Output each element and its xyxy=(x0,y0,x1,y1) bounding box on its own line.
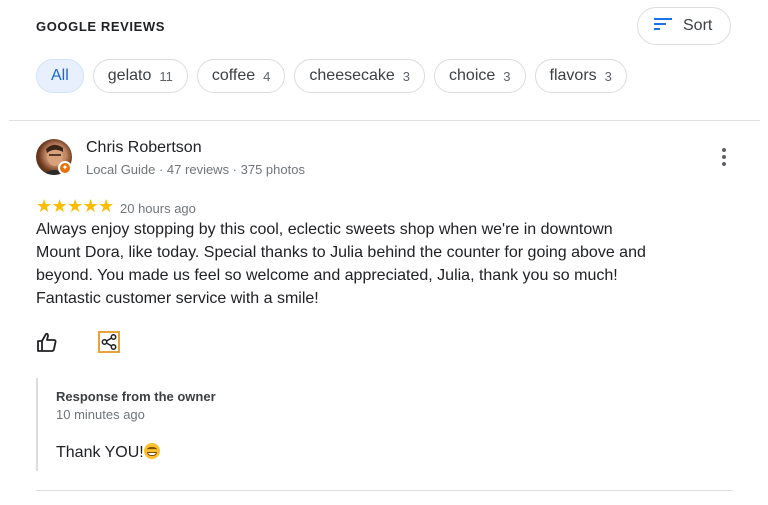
chip-label: choice xyxy=(449,67,496,84)
owner-response-time: 10 minutes ago xyxy=(56,407,145,422)
chip-label: gelato xyxy=(107,67,152,84)
owner-response-bar xyxy=(36,378,38,471)
divider xyxy=(36,490,733,491)
review-line: beyond. You made us feel so welcome and … xyxy=(36,267,618,284)
review-line: Mount Dora, like today. Special thanks t… xyxy=(36,244,646,261)
sort-icon xyxy=(654,17,672,36)
star-icon: ★ xyxy=(36,196,53,216)
chip-coffee[interactable]: coffee 4 xyxy=(196,59,286,93)
chip-choice[interactable]: choice 3 xyxy=(434,59,526,93)
chip-cheesecake[interactable]: cheesecake 3 xyxy=(294,59,426,93)
review-line: Always enjoy stopping by this cool, ecle… xyxy=(36,221,613,238)
section-title: GOOGLE REVIEWS xyxy=(36,19,166,34)
chip-label: flavors xyxy=(549,67,597,84)
chip-count: 3 xyxy=(604,68,612,84)
reviewer-meta: Local Guide · 47 reviews · 375 photos xyxy=(86,162,305,177)
star-icon: ★ xyxy=(51,196,68,216)
chip-gelato[interactable]: gelato 11 xyxy=(92,59,188,93)
sort-button[interactable]: Sort xyxy=(637,7,731,45)
star-rating: ★ ★ ★ ★ ★ xyxy=(36,196,114,216)
owner-response-message: Thank YOU! xyxy=(56,444,144,461)
chip-label: All xyxy=(51,67,69,84)
reviewer-name[interactable]: Chris Robertson xyxy=(86,139,202,157)
owner-response-text: Thank YOU! xyxy=(56,443,160,462)
star-icon: ★ xyxy=(98,196,115,216)
star-icon: ★ xyxy=(82,196,99,216)
review-time: 20 hours ago xyxy=(120,201,196,216)
sort-label: Sort xyxy=(683,17,713,34)
chip-flavors[interactable]: flavors 3 xyxy=(534,59,627,93)
review-line: Fantastic customer service with a smile! xyxy=(36,290,319,307)
owner-response-title: Response from the owner xyxy=(56,389,216,404)
chip-count: 3 xyxy=(503,68,511,84)
chip-count: 4 xyxy=(263,68,271,84)
grinning-face-emoji xyxy=(143,443,160,459)
divider xyxy=(9,120,760,121)
chip-count: 3 xyxy=(402,68,411,84)
more-vert-icon[interactable] xyxy=(714,147,734,167)
local-guide-badge-icon: ✦ xyxy=(58,161,72,175)
chip-all[interactable]: All xyxy=(36,59,84,93)
chip-label: coffee xyxy=(211,67,256,84)
share-icon[interactable] xyxy=(98,331,120,353)
filter-chips: All gelato 11 coffee 4 cheesecake 3 choi… xyxy=(36,59,627,93)
thumbs-up-icon[interactable] xyxy=(36,331,58,353)
chip-count: 11 xyxy=(159,68,173,84)
review-text: Always enjoy stopping by this cool, ecle… xyxy=(36,218,656,310)
star-icon: ★ xyxy=(67,196,84,216)
chip-label: cheesecake xyxy=(309,67,395,84)
